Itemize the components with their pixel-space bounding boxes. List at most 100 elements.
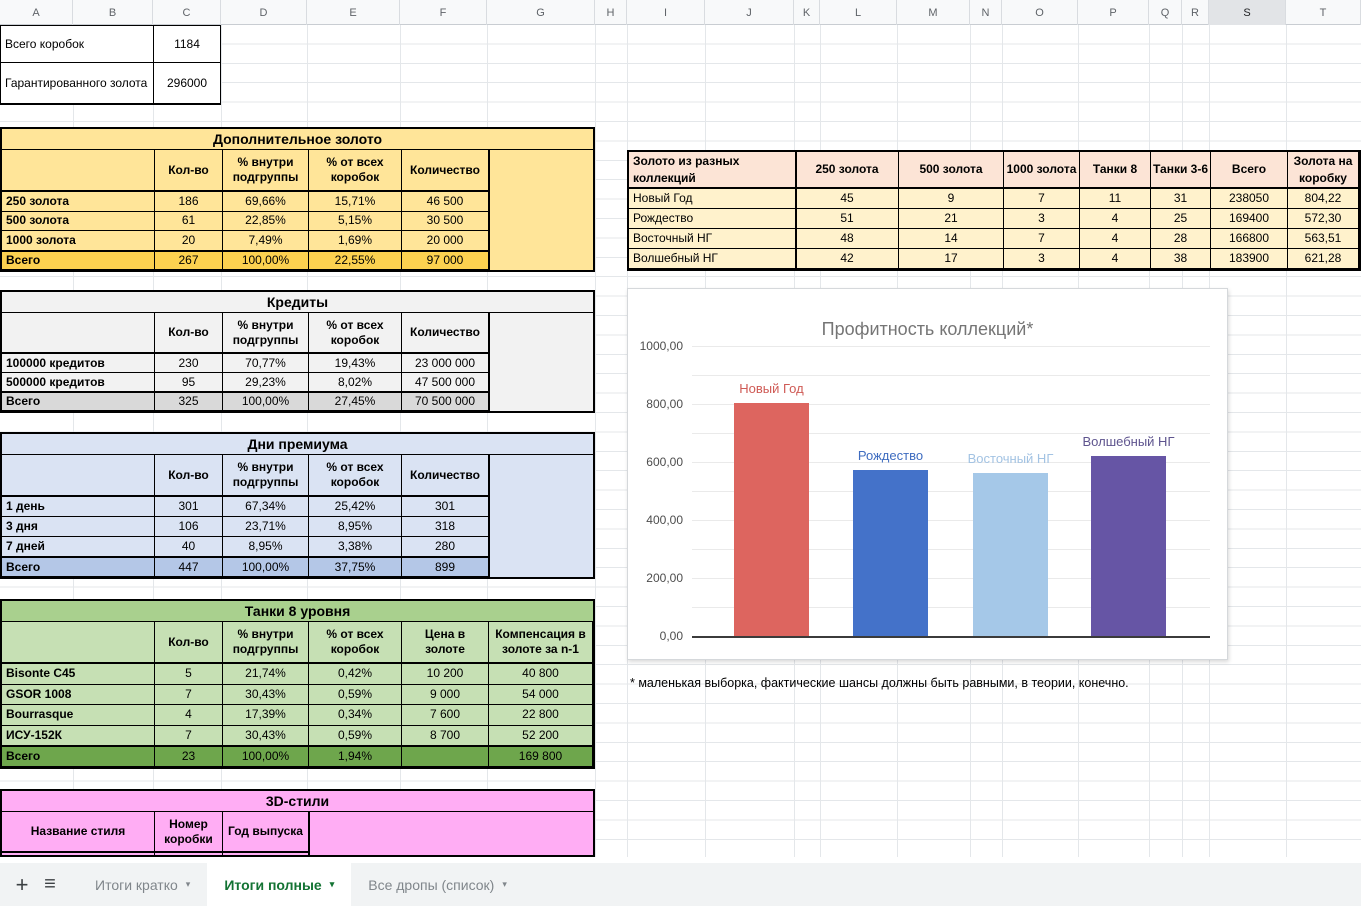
all-sheets-menu-icon[interactable]: ≡ [36, 863, 64, 906]
column-header-T[interactable]: T [1286, 0, 1361, 25]
table-cell[interactable]: 51 [796, 209, 899, 229]
table-cell[interactable]: 0,34% [309, 705, 402, 726]
table-cell[interactable]: 563,51 [1288, 229, 1359, 249]
table-cell[interactable]: 0,59% [309, 726, 402, 747]
table-cell[interactable]: 7 [1004, 189, 1080, 209]
table-cell[interactable]: 183900 [1211, 249, 1288, 269]
table-cell[interactable]: 3,38% [309, 537, 402, 557]
table-cell[interactable]: 3 [1004, 249, 1080, 269]
table-header-cell[interactable]: % от всех коробок [309, 622, 402, 664]
table-cell[interactable]: 186 [155, 192, 223, 212]
table-cell[interactable]: 169 800 [489, 746, 593, 767]
sheet-tab-3[interactable]: Все дропы (список)▾ [351, 863, 524, 906]
table-header-cell[interactable]: 500 золота [899, 152, 1004, 189]
table-cell[interactable]: 9 [899, 189, 1004, 209]
table-cell[interactable]: 447 [155, 557, 223, 577]
table-cell[interactable]: 7 [155, 726, 223, 747]
table-cell[interactable]: 500000 кредитов [2, 373, 155, 392]
table-cell[interactable]: 318 [402, 517, 489, 537]
table-cell[interactable]: 100,00% [223, 392, 309, 411]
summary-label[interactable]: Всего коробок [1, 26, 154, 63]
table-cell[interactable]: 21,74% [223, 664, 309, 685]
table-cell[interactable]: 23,71% [223, 517, 309, 537]
table-cell[interactable]: 10 200 [402, 664, 489, 685]
table-header-cell[interactable]: Количество [402, 150, 489, 192]
table-cell[interactable]: 280 [402, 537, 489, 557]
table-cell[interactable]: Всего [2, 557, 155, 577]
table-cell[interactable]: 17,39% [223, 705, 309, 726]
table-cell[interactable]: 42 [796, 249, 899, 269]
column-header-G[interactable]: G [487, 0, 595, 25]
table-header-cell[interactable]: % внутри подгруппы [223, 150, 309, 192]
column-header-K[interactable]: K [794, 0, 820, 25]
column-header-J[interactable]: J [705, 0, 794, 25]
table-cell[interactable]: 30,43% [223, 685, 309, 706]
tab-caret-icon[interactable]: ▾ [186, 879, 191, 890]
table-cell[interactable]: 14 [899, 229, 1004, 249]
column-header-A[interactable]: A [0, 0, 73, 25]
summary-value[interactable]: 296000 [154, 63, 220, 104]
table-cell[interactable]: 23 000 000 [402, 354, 489, 373]
sheet-tab-2[interactable]: Итоги полные▾ [207, 863, 351, 906]
column-header-M[interactable]: M [897, 0, 970, 25]
table-cell[interactable]: 267 [155, 251, 223, 271]
table-cell[interactable]: 325 [155, 392, 223, 411]
table-cell[interactable]: 11 [1080, 189, 1151, 209]
table-cell[interactable]: 106 [155, 517, 223, 537]
table-cell[interactable]: 9 000 [402, 685, 489, 706]
table-cell[interactable]: 1,94% [309, 746, 402, 767]
table-cell[interactable]: 61 [155, 212, 223, 232]
table-cell[interactable]: 3 [1004, 209, 1080, 229]
table-cell[interactable]: 4 [1080, 209, 1151, 229]
table-cell[interactable]: 40 800 [489, 664, 593, 685]
table-cell[interactable]: 1 день [2, 497, 155, 517]
column-header-P[interactable]: P [1078, 0, 1149, 25]
table-cell[interactable]: 52 200 [489, 726, 593, 747]
table-cell[interactable]: 7 [155, 685, 223, 706]
table-header-cell[interactable]: % от всех коробок [309, 455, 402, 497]
table-cell[interactable]: 166800 [1211, 229, 1288, 249]
table-cell[interactable]: Всего [2, 251, 155, 271]
table-cell[interactable]: 4 [1080, 249, 1151, 269]
table-cell[interactable]: 7 дней [2, 537, 155, 557]
table-cell[interactable]: 29,23% [223, 373, 309, 392]
sheet-tab-1[interactable]: Итоги кратко▾ [78, 863, 207, 906]
table-cell[interactable]: 95 [155, 373, 223, 392]
table-header-cell[interactable]: Золота на коробку [1288, 152, 1359, 189]
table-cell[interactable]: 500 золота [2, 212, 155, 232]
table-cell[interactable]: 20 000 [402, 231, 489, 251]
add-sheet-icon[interactable]: + [8, 863, 36, 906]
table-header-cell[interactable]: Кол-во [155, 455, 223, 497]
table-header-cell[interactable]: Танки 8 [1080, 152, 1151, 189]
table-cell[interactable]: 7 600 [402, 705, 489, 726]
table-cell[interactable]: 37,75% [309, 557, 402, 577]
table-cell[interactable]: Всего [2, 392, 155, 411]
table-cell[interactable]: 48 [796, 229, 899, 249]
table-cell[interactable]: 169400 [1211, 209, 1288, 229]
summary-label[interactable]: Гарантированного золота [1, 63, 154, 104]
table-cell[interactable]: Bourrasque [2, 705, 155, 726]
column-header-C[interactable]: C [153, 0, 221, 25]
table-header-cell[interactable]: Всего [1211, 152, 1288, 189]
table-cell[interactable]: 22,85% [223, 212, 309, 232]
table-cell[interactable]: 54 000 [489, 685, 593, 706]
table-header-cell[interactable] [2, 150, 155, 192]
table-cell[interactable]: 301 [155, 497, 223, 517]
table-header-cell[interactable]: 250 золота [796, 152, 899, 189]
table-cell[interactable]: 21 [899, 209, 1004, 229]
table-cell[interactable]: 8,95% [223, 537, 309, 557]
table-cell[interactable]: 5,15% [309, 212, 402, 232]
column-header-E[interactable]: E [307, 0, 400, 25]
column-header-N[interactable]: N [970, 0, 1002, 25]
table-cell[interactable]: 25,42% [309, 497, 402, 517]
table-header-cell[interactable]: Год выпуска [223, 812, 309, 853]
table-cell[interactable]: 572,30 [1288, 209, 1359, 229]
table-header-cell[interactable]: Количество [402, 313, 489, 354]
column-header-D[interactable]: D [221, 0, 307, 25]
table-header-cell[interactable]: Кол-во [155, 622, 223, 664]
table-cell[interactable]: 1000 золота [2, 231, 155, 251]
table-cell[interactable]: 238050 [1211, 189, 1288, 209]
table-header-cell[interactable]: % от всех коробок [309, 150, 402, 192]
column-header-O[interactable]: O [1002, 0, 1078, 25]
table-header-cell[interactable]: Цена в золоте [402, 622, 489, 664]
